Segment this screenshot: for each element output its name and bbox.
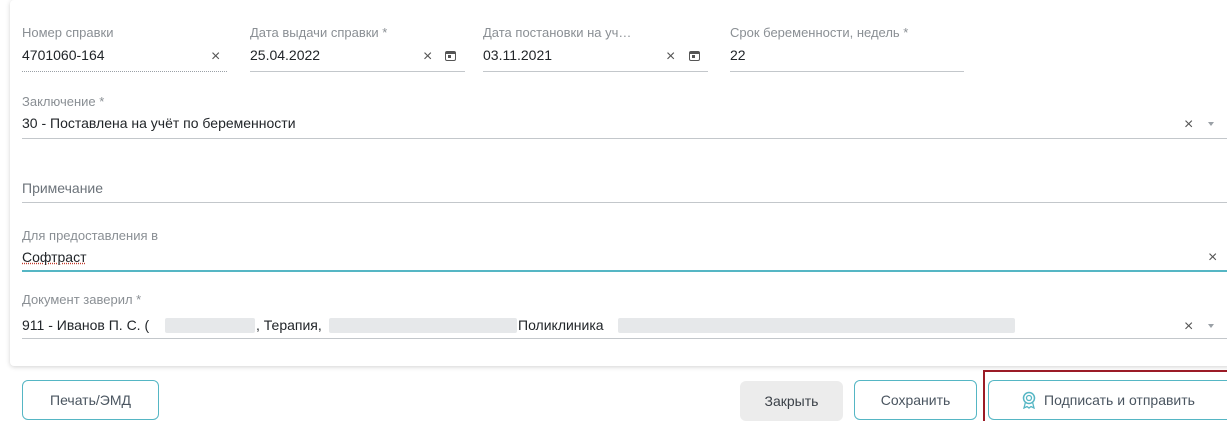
conclusion-label: Заключение * — [22, 94, 105, 109]
provide-to-value[interactable]: Софтраст — [22, 249, 87, 265]
cert-number-clear-icon[interactable]: × — [211, 49, 220, 65]
certified-by-value-prefix[interactable]: 911 - Иванов П. С. ( — [22, 317, 149, 333]
pregnancy-term-label: Срок беременности, недель * — [730, 25, 909, 40]
pregnancy-term-underline — [730, 71, 964, 72]
certified-by-underline — [22, 338, 1227, 339]
cert-number-underline — [22, 71, 227, 72]
certificate-form-panel — [10, 0, 1227, 366]
save-button[interactable]: Сохранить — [854, 380, 977, 420]
note-underline — [22, 202, 1227, 203]
note-label[interactable]: Примечание — [22, 180, 103, 196]
certified-by-value-org: Поликлиника — [518, 317, 604, 333]
issue-date-label: Дата выдачи справки * — [250, 25, 388, 40]
close-button[interactable]: Закрыть — [740, 381, 843, 421]
issue-date-clear-icon[interactable]: × — [423, 49, 432, 65]
conclusion-dropdown-icon[interactable] — [1208, 122, 1214, 126]
certified-by-label: Документ заверил * — [22, 292, 142, 307]
registration-date-value[interactable]: 03.11.2021 — [483, 47, 552, 63]
certified-by-value-mid: , Терапия, — [256, 317, 322, 333]
conclusion-value[interactable]: 30 - Поставлена на учёт по беременности — [22, 115, 296, 131]
issue-date-underline — [250, 71, 465, 72]
provide-to-clear-icon[interactable]: × — [1208, 250, 1217, 266]
issue-date-value[interactable]: 25.04.2022 — [250, 47, 320, 63]
redacted-block — [618, 318, 1015, 333]
registration-date-calendar-icon[interactable] — [689, 51, 700, 61]
cert-number-label: Номер справки — [22, 25, 114, 40]
provide-to-focus-underline — [22, 270, 1227, 272]
issue-date-calendar-icon[interactable] — [445, 51, 456, 61]
certificate-seal-icon — [1022, 391, 1036, 409]
pregnancy-term-value[interactable]: 22 — [730, 47, 746, 63]
redacted-block — [329, 318, 517, 333]
certified-by-clear-icon[interactable]: × — [1184, 319, 1193, 335]
conclusion-underline — [22, 138, 1227, 139]
redacted-block — [165, 318, 255, 333]
cert-number-value[interactable]: 4701060-164 — [22, 47, 105, 63]
sign-and-send-button[interactable]: Подписать и отправить — [988, 380, 1227, 420]
registration-date-label: Дата постановки на уч… — [483, 25, 632, 40]
conclusion-clear-icon[interactable]: × — [1184, 117, 1193, 133]
sign-and-send-label: Подписать и отправить — [1044, 392, 1195, 408]
registration-date-underline — [483, 71, 708, 72]
print-emd-button[interactable]: Печать/ЭМД — [22, 380, 159, 420]
registration-date-clear-icon[interactable]: × — [666, 49, 675, 65]
certified-by-dropdown-icon[interactable] — [1208, 324, 1214, 328]
provide-to-label: Для предоставления в — [22, 228, 159, 243]
